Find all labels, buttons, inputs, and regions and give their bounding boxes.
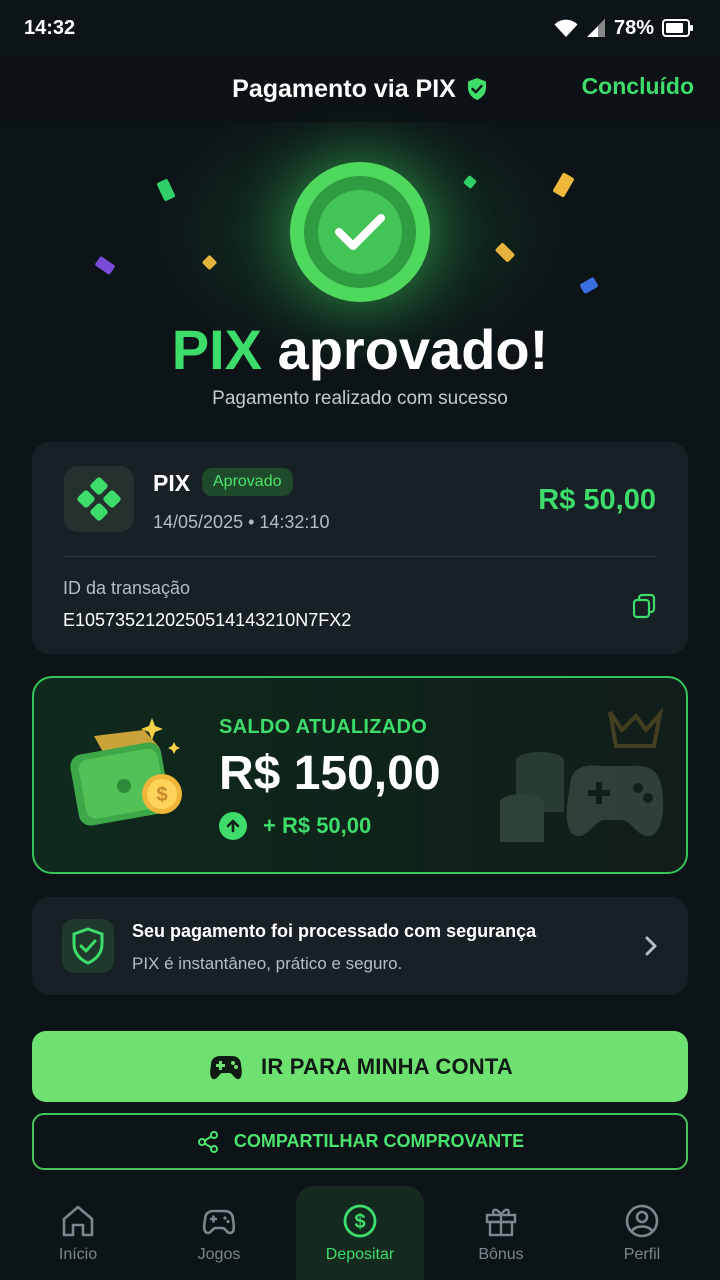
divider [63, 556, 657, 557]
nav-item-bonus[interactable]: Bônus [437, 1186, 565, 1280]
success-title-highlight: PIX [171, 318, 262, 381]
share-receipt-label: COMPARTILHAR COMPROVANTE [233, 1131, 525, 1151]
nav-item-perfil[interactable]: Perfil [578, 1186, 706, 1280]
nav-item-inicio[interactable]: Início [14, 1186, 142, 1280]
nav-item-jogos[interactable]: Jogos [155, 1186, 283, 1280]
balance-card: $ SALDO ATUALIZADO R$ 150,00 + R$ 50,00 [32, 676, 688, 874]
home-icon [62, 1205, 94, 1237]
status-bar: 14:32 78% [0, 0, 720, 56]
status-time: 14:32 [24, 16, 76, 39]
check-icon [335, 214, 385, 250]
page-title: Pagamento via PIX [232, 75, 488, 104]
nav-label: Perfil [623, 1246, 661, 1263]
wallet-coin-icon: $ [70, 718, 182, 826]
confetti-piece [579, 276, 599, 295]
confetti-piece [156, 178, 176, 202]
page-title-text: Pagamento via PIX [232, 74, 456, 103]
copy-icon[interactable] [630, 592, 658, 620]
arrow-up-icon [219, 812, 247, 840]
success-title: PIX aprovado! [0, 317, 720, 382]
share-receipt-button[interactable]: COMPARTILHAR COMPROVANTE [32, 1113, 688, 1170]
profile-icon [625, 1204, 659, 1238]
balance-value: R$ 150,00 [219, 747, 441, 800]
gamepad-icon [202, 1209, 236, 1235]
security-title: Seu pagamento foi processado com seguran… [132, 921, 537, 941]
security-shield [62, 919, 114, 973]
security-subtitle: PIX é instantâneo, prático e seguro. [132, 954, 403, 973]
pix-icon [77, 477, 121, 521]
success-subtitle: Pagamento realizado com sucesso [212, 388, 508, 409]
share-icon [197, 1130, 218, 1153]
confetti-piece [494, 242, 516, 263]
security-info-card[interactable]: Seu pagamento foi processado com seguran… [32, 897, 688, 995]
success-hero: PIX aprovado! Pagamento realizado com su… [0, 122, 720, 432]
go-to-account-label: IR PARA MINHA CONTA [261, 1053, 513, 1079]
success-check-badge [290, 162, 430, 302]
status-badge: Aprovado [202, 468, 293, 496]
status-icons: 78% [554, 17, 694, 40]
svg-text:$: $ [156, 784, 167, 806]
confetti-piece [552, 172, 575, 198]
balance-delta: + R$ 50,00 [219, 812, 371, 840]
go-to-account-button[interactable]: IR PARA MINHA CONTA [32, 1031, 688, 1102]
wifi-icon [554, 19, 578, 37]
battery-percent: 78% [613, 16, 654, 39]
bottom-nav: Início Jogos $ Depositar Bônus Perfil [0, 1186, 720, 1280]
signal-icon [586, 19, 605, 37]
nav-label: Início [58, 1246, 98, 1263]
verified-shield-icon [467, 78, 486, 100]
transaction-amount: R$ 50,00 [538, 484, 656, 516]
confetti-piece [94, 255, 116, 276]
gift-icon [485, 1208, 517, 1237]
success-title-rest: aprovado! [277, 318, 549, 381]
nav-item-depositar[interactable]: $ Depositar [296, 1186, 424, 1280]
dollar-circle-icon: $ [343, 1204, 377, 1238]
shield-check-icon [72, 927, 104, 965]
nav-label: Depositar [325, 1246, 395, 1263]
done-button[interactable]: Concluído [582, 73, 694, 100]
transaction-card: PIX Aprovado 14/05/2025 • 14:32:10 R$ 50… [32, 442, 688, 654]
balance-delta-text: + R$ 50,00 [263, 813, 372, 838]
payment-method: PIX [153, 470, 191, 496]
svg-text:$: $ [354, 1211, 365, 1233]
app-header: Pagamento via PIX Concluído [0, 56, 720, 122]
chevron-right-icon [645, 936, 657, 956]
nav-label: Jogos [197, 1246, 241, 1263]
transaction-datetime: 14/05/2025 • 14:32:10 [153, 512, 330, 532]
transaction-id-value[interactable]: E1057352120250514143210N7FX2 [63, 610, 351, 631]
balance-label: SALDO ATUALIZADO [219, 716, 428, 738]
gamepad-icon [210, 1055, 242, 1079]
confetti-piece [201, 254, 218, 271]
pix-logo [64, 466, 134, 532]
confetti-piece [462, 174, 478, 190]
nav-label: Bônus [478, 1246, 524, 1263]
transaction-id-label: ID da transação [63, 578, 191, 598]
gamepad-decoration-icon [500, 707, 664, 842]
battery-icon [662, 19, 693, 37]
